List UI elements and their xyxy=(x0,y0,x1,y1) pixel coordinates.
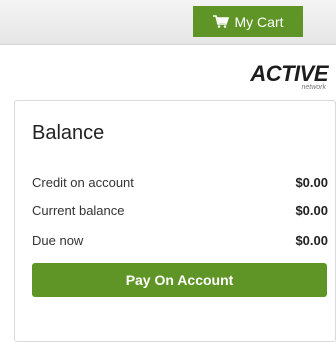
balance-card: Balance Credit on account $0.00 Current … xyxy=(14,100,336,342)
logo-subtext: network xyxy=(301,84,326,91)
due-now-label: Due now xyxy=(32,233,84,248)
pay-on-account-button[interactable]: Pay On Account xyxy=(32,263,327,297)
my-cart-label: My Cart xyxy=(234,13,284,30)
current-balance-value: $0.00 xyxy=(295,203,328,218)
due-now-row: Due now $0.00 xyxy=(32,233,328,248)
credit-on-account-row: Credit on account $0.00 xyxy=(32,175,328,190)
shopping-cart-icon xyxy=(212,15,229,28)
current-balance-label: Current balance xyxy=(32,203,125,218)
credit-on-account-value: $0.00 xyxy=(295,175,328,190)
my-cart-button[interactable]: My Cart xyxy=(193,6,303,37)
balance-title: Balance xyxy=(32,122,105,144)
current-balance-row: Current balance $0.00 xyxy=(32,203,328,218)
top-bar: My Cart xyxy=(0,0,336,45)
credit-on-account-label: Credit on account xyxy=(32,175,134,190)
logo-wordmark: ACTIVE xyxy=(250,61,328,86)
active-network-logo: ACTIVE network xyxy=(225,62,328,98)
due-now-value: $0.00 xyxy=(295,233,328,248)
